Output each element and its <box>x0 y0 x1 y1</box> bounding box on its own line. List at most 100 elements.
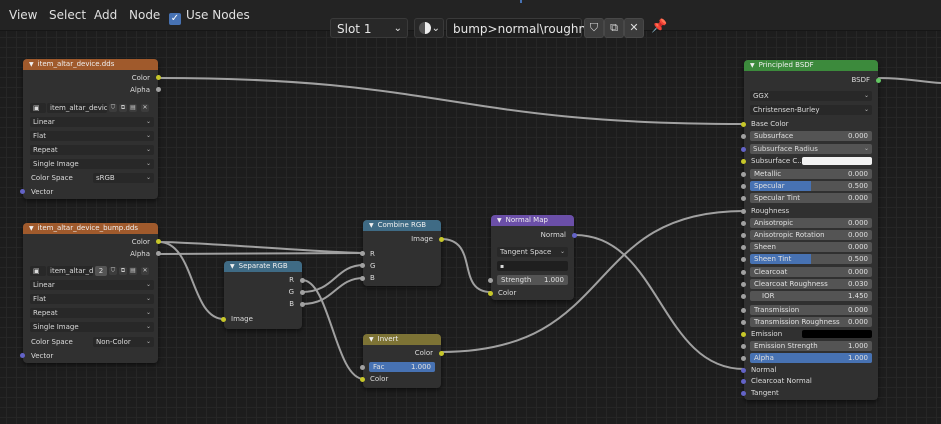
output-alpha-socket[interactable] <box>156 251 161 256</box>
input-transmission-socket[interactable] <box>741 308 746 313</box>
specular-tint-field[interactable]: Specular Tint 0.000 <box>750 193 872 203</box>
collapse-arrow-icon[interactable]: ▼ <box>497 217 502 224</box>
input-clearcoat-roughness-socket[interactable] <box>741 282 746 287</box>
input-specular-tint-socket[interactable] <box>741 196 746 201</box>
unlink-close-icon[interactable]: ✕ <box>624 18 644 38</box>
output-normal-socket[interactable] <box>572 233 577 238</box>
duplicate-image-icon[interactable]: ⧉ <box>119 104 127 112</box>
use-nodes-checkbox[interactable]: ✓ Use Nodes <box>169 6 250 25</box>
subsurface-field[interactable]: Subsurface 0.000 <box>750 131 872 141</box>
subsurface-color-swatch[interactable] <box>802 157 872 165</box>
projection-dropdown[interactable]: Flat ⌄ <box>30 131 154 141</box>
user-count[interactable]: 2 <box>95 266 107 276</box>
input-b-socket[interactable] <box>360 276 365 281</box>
input-vector-socket[interactable] <box>20 353 25 358</box>
output-r-socket[interactable] <box>300 278 305 283</box>
source-dropdown[interactable]: Single Image ⌄ <box>30 159 154 169</box>
input-emission-socket[interactable] <box>741 332 746 337</box>
duplicate-image-icon[interactable]: ⧉ <box>119 267 127 275</box>
principled-bsdf-node[interactable]: ▼ Principled BSDF BSDF GGX ⌄ Christensen-B… <box>741 60 881 400</box>
slot-dropdown[interactable]: Slot 1 ⌄ <box>330 18 408 38</box>
input-ior-socket[interactable] <box>741 294 746 299</box>
transmission-roughness-field[interactable]: Transmission Roughness 0.000 <box>750 317 872 327</box>
distribution-dropdown[interactable]: GGX ⌄ <box>750 91 872 101</box>
input-sheen-tint-socket[interactable] <box>741 257 746 262</box>
open-image-icon[interactable]: ▤ <box>129 267 137 275</box>
collapse-arrow-icon[interactable]: ▼ <box>750 62 755 69</box>
material-name-field[interactable]: bump>normal\roughness <box>446 18 606 38</box>
anisotropic-field[interactable]: Anisotropic 0.000 <box>750 218 872 228</box>
extension-dropdown[interactable]: Repeat ⌄ <box>30 145 154 155</box>
output-image-socket[interactable] <box>439 237 444 242</box>
anisotropic-rotation-field[interactable]: Anisotropic Rotation 0.000 <box>750 230 872 240</box>
extension-dropdown[interactable]: Repeat ⌄ <box>30 308 154 318</box>
input-normal-socket[interactable] <box>741 368 746 373</box>
emission-color-swatch[interactable] <box>802 330 872 338</box>
menu-view[interactable]: View <box>9 6 37 24</box>
input-anisotropic-rotation-socket[interactable] <box>741 233 746 238</box>
unlink-close-icon[interactable]: ✕ <box>141 267 149 275</box>
input-transmission-roughness-socket[interactable] <box>741 320 746 325</box>
input-color-socket[interactable] <box>360 377 365 382</box>
input-r-socket[interactable] <box>360 251 365 256</box>
input-specular-socket[interactable] <box>741 184 746 189</box>
specular-field[interactable]: Specular 0.500 <box>750 181 872 191</box>
node-header[interactable]: ▼ Principled BSDF <box>744 60 878 71</box>
unlink-close-icon[interactable]: ✕ <box>141 104 149 112</box>
node-header[interactable]: ▼ Combine RGB <box>363 220 441 231</box>
input-color-socket[interactable] <box>488 291 493 296</box>
collapse-arrow-icon[interactable]: ▼ <box>29 61 34 68</box>
image-browse-button[interactable]: ▣ <box>30 103 46 113</box>
separate-rgb-node[interactable]: ▼ Separate RGB R G B Image <box>221 261 305 329</box>
normal-map-node[interactable]: ▼ Normal Map Normal Tangent Space ⌄ ▪ Stre… <box>488 215 577 300</box>
image-browse-button[interactable]: ▣ <box>30 266 46 276</box>
uv-map-field[interactable]: ▪ <box>497 261 568 271</box>
output-color-socket[interactable] <box>156 75 161 80</box>
collapse-arrow-icon[interactable]: ▼ <box>29 225 34 232</box>
ior-field[interactable]: IOR 1.450 <box>750 291 872 301</box>
open-image-icon[interactable]: ▤ <box>129 104 137 112</box>
input-vector-socket[interactable] <box>20 189 25 194</box>
node-header[interactable]: ▼ Normal Map <box>491 215 574 226</box>
input-base-color-socket[interactable] <box>741 122 746 127</box>
output-g-socket[interactable] <box>300 290 305 295</box>
input-clearcoat-normal-socket[interactable] <box>741 379 746 384</box>
menu-select[interactable]: Select <box>49 6 86 24</box>
fake-user-shield-icon[interactable]: ⛉ <box>584 18 604 38</box>
subsurface-radius-field[interactable]: Subsurface Radius ⌄ <box>750 144 872 154</box>
source-dropdown[interactable]: Single Image ⌄ <box>30 322 154 332</box>
clearcoat-field[interactable]: Clearcoat 0.000 <box>750 267 872 277</box>
collapse-arrow-icon[interactable]: ▼ <box>369 336 374 343</box>
image-name-field[interactable]: item_altar_d... <box>47 266 93 276</box>
duplicate-material-icon[interactable]: ⧉ <box>604 18 624 38</box>
input-alpha-socket[interactable] <box>741 356 746 361</box>
strength-field[interactable]: Strength 1.000 <box>497 275 568 285</box>
input-strength-socket[interactable] <box>488 278 493 283</box>
sheen-field[interactable]: Sheen 0.000 <box>750 242 872 252</box>
transmission-field[interactable]: Transmission 0.000 <box>750 305 872 315</box>
input-image-socket[interactable] <box>221 317 226 322</box>
node-header[interactable]: ▼ item_altar_device.dds <box>23 59 158 70</box>
input-sheen-socket[interactable] <box>741 245 746 250</box>
combine-rgb-node[interactable]: ▼ Combine RGB Image R G B <box>360 220 444 286</box>
sheen-tint-field[interactable]: Sheen Tint 0.500 <box>750 254 872 264</box>
image-texture-node-1[interactable]: ▼ item_altar_device.dds Color Alpha ▣ ite… <box>20 59 161 199</box>
node-header[interactable]: ▼ item_altar_device_bump.dds <box>23 223 158 234</box>
fake-user-shield-icon[interactable]: ⛉ <box>109 267 117 275</box>
projection-dropdown[interactable]: Flat ⌄ <box>30 294 154 304</box>
input-roughness-socket[interactable] <box>741 209 746 214</box>
alpha-field[interactable]: Alpha 1.000 <box>750 353 872 363</box>
metallic-field[interactable]: Metallic 0.000 <box>750 169 872 179</box>
input-g-socket[interactable] <box>360 263 365 268</box>
emission-strength-field[interactable]: Emission Strength 1.000 <box>750 341 872 351</box>
image-texture-node-2[interactable]: ▼ item_altar_device_bump.dds Color Alpha … <box>20 223 161 363</box>
input-clearcoat-socket[interactable] <box>741 270 746 275</box>
input-subsurface-color-socket[interactable] <box>741 159 746 164</box>
material-browse-button[interactable]: ⌄ <box>414 18 444 38</box>
input-subsurface-radius-socket[interactable] <box>741 147 746 152</box>
collapse-arrow-icon[interactable]: ▼ <box>230 263 235 270</box>
input-tangent-socket[interactable] <box>741 391 746 396</box>
interpolation-dropdown[interactable]: Linear ⌄ <box>30 280 154 290</box>
color-space-dropdown[interactable]: sRGB ⌄ <box>93 173 154 183</box>
invert-node[interactable]: ▼ Invert Color Fac 1.000 Color <box>360 334 444 388</box>
